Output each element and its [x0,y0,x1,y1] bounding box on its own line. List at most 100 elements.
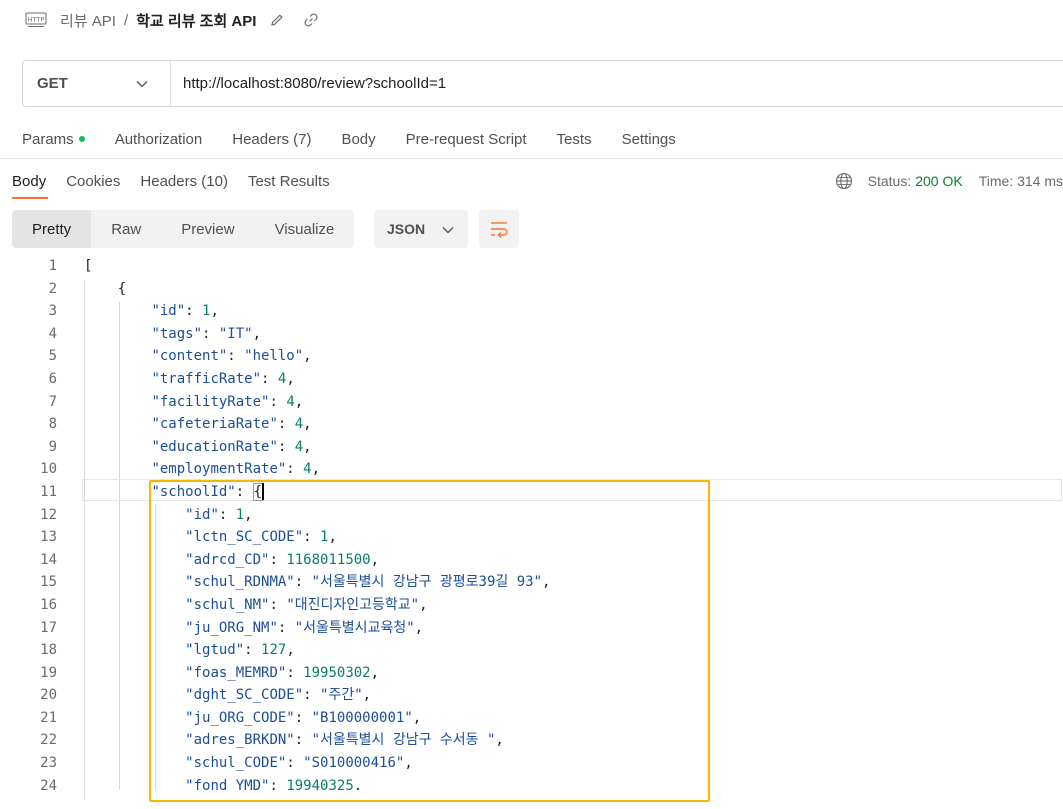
line-number: 19 [40,664,57,681]
code-text: "lgtud": 127, [185,642,295,659]
code-line: 4 "tags": "IT", [0,323,1063,346]
tab-settings[interactable]: Settings [622,131,676,148]
code-line: 1[ [0,255,1063,278]
method-select[interactable]: GET [23,61,171,106]
code-text: "ju_ORG_NM": "서울특별시교육청", [185,619,424,636]
line-number: 4 [48,325,57,342]
response-tab-headers[interactable]: Headers (10) [140,173,228,190]
code-text: "adres_BRKDN": "서울특별시 강남구 수서동 ", [185,732,504,749]
code-line: 6 "trafficRate": 4, [0,368,1063,391]
code-line: 15 "schul_RDNMA": "서울특별시 강남구 광평로39길 93", [0,571,1063,594]
status-value[interactable]: 200 OK [915,173,962,189]
code-text: "schul_RDNMA": "서울특별시 강남구 광평로39길 93", [185,574,551,591]
format-select[interactable]: JSON [374,210,468,248]
tab-headers[interactable]: Headers (7) [232,131,311,148]
code-text: "facilityRate": 4, [151,393,304,410]
pencil-icon[interactable] [264,8,290,32]
method-label: GET [37,75,68,92]
tab-params[interactable]: Params [22,131,85,148]
code-text: "educationRate": 4, [151,438,312,455]
request-name[interactable]: 학교 리뷰 조회 API [136,10,256,31]
line-number: 13 [40,529,57,546]
code-line: 8 "cafeteriaRate": 4, [0,413,1063,436]
view-pretty[interactable]: Pretty [12,210,92,248]
code-line: 21 "ju_ORG_CODE": "B100000001", [0,707,1063,730]
svg-text:HTTP: HTTP [28,16,45,24]
code-text: [ [84,258,93,274]
line-number: 23 [40,755,57,772]
chevron-down-icon [442,221,454,237]
line-number: 24 [40,777,57,794]
line-number: 18 [40,642,57,659]
code-line: 24 "fond YMD": 19940325. [0,775,1063,798]
code-line: 7 "facilityRate": 4, [0,391,1063,414]
globe-icon[interactable] [834,171,854,191]
code-text: "fond YMD": 19940325. [185,777,363,794]
tab-authorization[interactable]: Authorization [115,131,203,148]
code-text: "tags": "IT", [151,325,262,342]
code-line: 16 "schul_NM": "대진디자인고등학교", [0,594,1063,617]
breadcrumb-separator: / [123,11,129,29]
code-text: "adrcd_CD": 1168011500, [185,551,380,568]
tab-params-label: Params [22,130,74,148]
code-line: 12 "id": 1, [0,504,1063,527]
line-number: 22 [40,732,57,749]
code-text: "lctn_SC_CODE": 1, [185,529,337,546]
line-number: 6 [48,370,57,387]
url-bar: GET http://localhost:8080/review?schoolI… [22,60,1063,107]
status-label: Status: [867,173,912,189]
view-mode-group: Pretty Raw Preview Visualize [12,210,355,248]
breadcrumb-parent[interactable]: 리뷰 API [60,10,116,31]
code-line: 14 "adrcd_CD": 1168011500, [0,549,1063,572]
response-body-editor[interactable]: 1[2 {3 "id": 1, 4 "tags": "IT", 5 "content… [0,255,1063,797]
url-input[interactable]: http://localhost:8080/review?schoolId=1 [171,75,446,92]
request-tabs: Params Authorization Headers (7) Body Pr… [22,128,706,150]
code-line: 9 "educationRate": 4, [0,436,1063,459]
code-line: 23 "schul_CODE": "S010000416", [0,752,1063,775]
link-icon[interactable] [298,8,324,32]
code-text: "schoolId": { [151,482,265,501]
line-number: 3 [48,303,57,320]
response-tab-test-results[interactable]: Test Results [248,173,330,190]
line-number: 2 [48,280,57,297]
code-text: "content": "hello", [151,348,312,365]
code-line: 17 "ju_ORG_NM": "서울특별시교육청", [0,617,1063,640]
response-tab-cookies[interactable]: Cookies [66,173,120,190]
code-text: "employmentRate": 4, [151,461,321,478]
code-line: 11 "schoolId": { [0,481,1063,504]
code-line: 19 "foas_MEMRD": 19950302, [0,662,1063,685]
response-tab-body[interactable]: Body [12,173,46,190]
line-number: 17 [40,619,57,636]
response-time[interactable]: Time: 314 ms [979,173,1063,189]
line-number: 12 [40,506,57,523]
code-text: "dght_SC_CODE": "주간", [185,687,372,704]
code-text: "foas_MEMRD": 19950302, [185,664,380,681]
code-line: 5 "content": "hello", [0,345,1063,368]
wrap-lines-icon[interactable] [479,210,519,248]
line-number: 14 [40,551,57,568]
code-text: "schul_CODE": "S010000416", [185,755,413,772]
tab-body[interactable]: Body [341,131,375,148]
code-text: { [84,280,127,297]
view-raw[interactable]: Raw [91,210,161,248]
line-number: 11 [40,483,57,500]
code-line: 2 { [0,278,1063,301]
line-number: 7 [48,393,57,410]
code-text: "id": 1, [151,303,219,320]
tab-pre-request-script[interactable]: Pre-request Script [406,131,527,148]
line-number: 16 [40,596,57,613]
active-tab-underline [12,197,48,199]
code-text: "id": 1, [185,506,253,523]
line-number: 9 [48,438,57,455]
tab-tests[interactable]: Tests [557,131,592,148]
response-meta: Status: 200 OK Time: 314 ms [834,170,1063,192]
params-indicator-dot [78,136,85,142]
view-preview[interactable]: Preview [161,210,254,248]
line-number: 10 [40,461,57,478]
http-icon: HTTP [24,10,48,30]
code-line: 10 "employmentRate": 4, [0,458,1063,481]
view-visualize[interactable]: Visualize [255,210,355,248]
breadcrumb: HTTP 리뷰 API / 학교 리뷰 조회 API [24,8,324,32]
line-number: 20 [40,687,57,704]
code-line: 18 "lgtud": 127, [0,639,1063,662]
